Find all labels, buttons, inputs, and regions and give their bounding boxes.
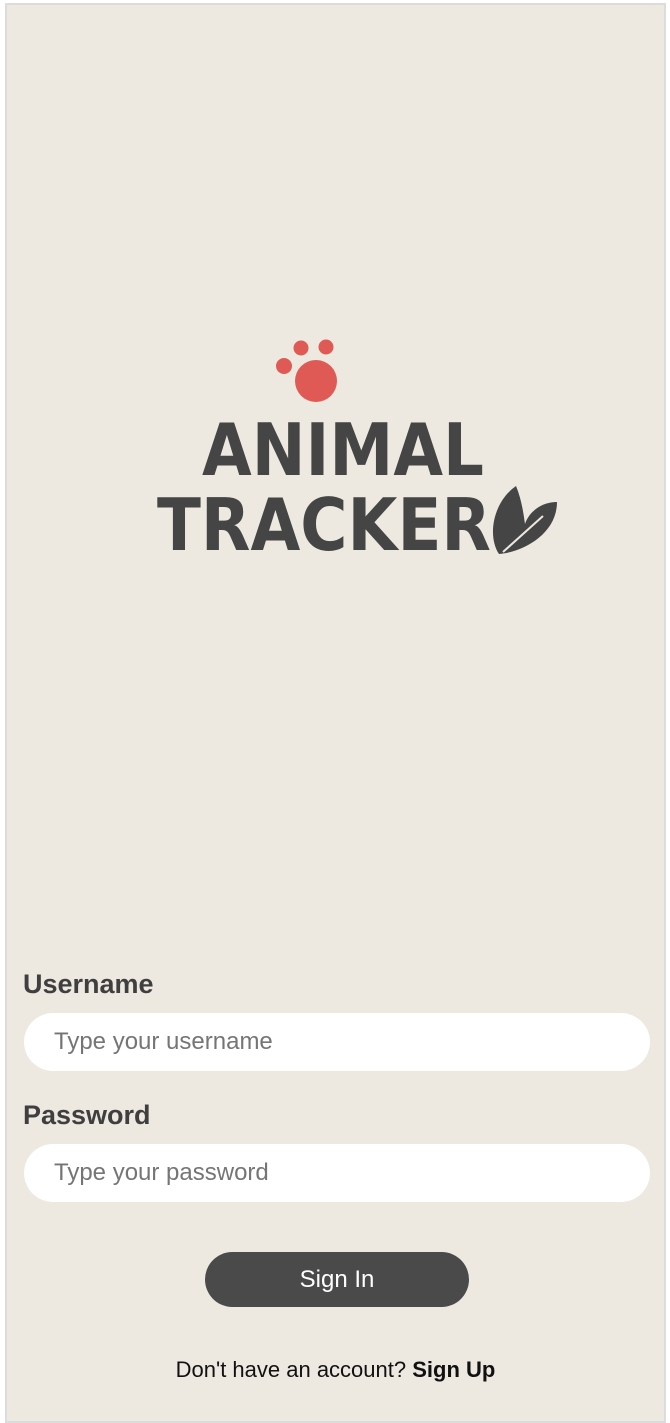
- username-label: Username: [23, 969, 154, 999]
- password-input[interactable]: [24, 1144, 650, 1202]
- signup-prompt-text: Don't have an account?: [175, 1357, 407, 1382]
- sign-up-link[interactable]: Sign Up: [412, 1357, 495, 1382]
- logo-line-1: ANIMAL: [202, 408, 484, 492]
- signup-prompt: Don't have an account? Sign Up: [7, 1357, 664, 1383]
- paw-icon: [276, 339, 337, 402]
- leaf-icon: [492, 486, 557, 554]
- logo-line-2: TRACKER: [157, 483, 491, 567]
- login-screen: ANIMAL TRACKER Username Password Sign In…: [5, 3, 666, 1423]
- app-logo: ANIMAL TRACKER: [157, 339, 557, 567]
- sign-in-button[interactable]: Sign In: [205, 1252, 469, 1307]
- password-label: Password: [23, 1100, 151, 1130]
- username-input[interactable]: [24, 1013, 650, 1071]
